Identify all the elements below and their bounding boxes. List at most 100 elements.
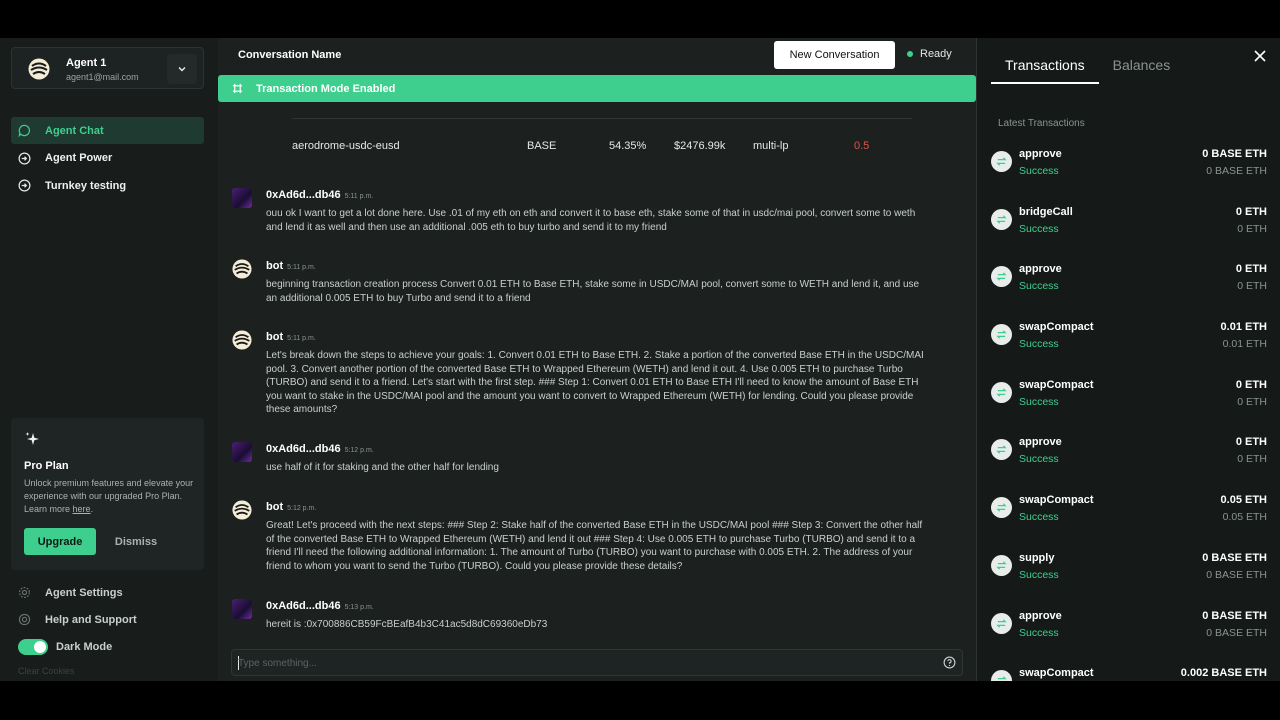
swap-arrows-icon <box>996 215 1007 224</box>
agent-dropdown-button[interactable] <box>167 54 197 84</box>
transaction-amount-secondary: 0 ETH <box>1237 453 1267 466</box>
agent-settings-item[interactable]: Agent Settings <box>11 579 204 606</box>
dark-mode-item: Dark Mode <box>11 633 204 660</box>
message-header: bot 5:11 p.m. <box>266 260 316 272</box>
transaction-amount: 0 BASE ETH <box>1202 148 1267 160</box>
transaction-item[interactable]: approve Success 0 BASE ETH 0 BASE ETH <box>977 597 1280 655</box>
transaction-amount-secondary: 0 BASE ETH <box>1206 626 1267 639</box>
swap-arrows-icon <box>996 618 1007 628</box>
transaction-item[interactable]: approve Success 0 BASE ETH 0 BASE ETH <box>977 135 1280 193</box>
transaction-name: swapCompact <box>1019 378 1094 391</box>
transaction-icon <box>991 151 1012 172</box>
learn-more-link[interactable]: here <box>73 504 91 514</box>
transaction-name: approve <box>1019 263 1062 276</box>
sidebar-item-label: Agent Chat <box>45 124 104 137</box>
latest-transactions-label: Latest Transactions <box>998 118 1085 129</box>
agent-email: agent1@mail.com <box>66 72 139 82</box>
transaction-icon <box>991 670 1012 681</box>
transaction-item[interactable]: supply Success 0 BASE ETH 0 BASE ETH <box>977 539 1280 597</box>
pool-table-row: aerodrome-usdc-eusd BASE 54.35% $2476.99… <box>292 118 912 152</box>
tab-transactions[interactable]: Transactions <box>991 48 1099 84</box>
pro-plan-card: Pro Plan Unlock premium features and ele… <box>11 418 204 570</box>
message-sender: 0xAd6d...db46 <box>266 600 341 612</box>
transaction-item[interactable]: approve Success 0 ETH 0 ETH <box>977 250 1280 308</box>
transaction-amount-secondary: 0 ETH <box>1237 222 1267 235</box>
transaction-item[interactable]: swapCompact 0.002 BASE ETH <box>977 654 1280 681</box>
transaction-status: Success <box>1019 511 1059 524</box>
transaction-name: swapCompact <box>1019 494 1094 507</box>
help-circle-icon[interactable] <box>943 656 956 669</box>
status-indicator: Ready <box>907 48 952 60</box>
transaction-name: supply <box>1019 551 1055 564</box>
message-input[interactable] <box>238 654 928 672</box>
transaction-amount: 0.05 ETH <box>1220 494 1267 507</box>
transaction-status: Success <box>1019 280 1059 293</box>
pro-plan-title: Pro Plan <box>24 460 69 472</box>
message-text: ouu ok I want to get a lot done here. Us… <box>266 208 916 233</box>
gear-icon <box>19 587 30 598</box>
transaction-status: Success <box>1019 165 1059 177</box>
message-header: bot 5:12 p.m. <box>266 501 316 513</box>
conversation-name: Conversation Name <box>238 49 342 61</box>
message-sender: 0xAd6d...db46 <box>266 443 341 455</box>
help-support-item[interactable]: Help and Support <box>11 606 204 633</box>
dismiss-button[interactable]: Dismiss <box>103 528 169 555</box>
chat-header: Conversation Name New Conversation Ready <box>218 38 976 74</box>
agent-selector[interactable]: Agent 1 agent1@mail.com <box>11 47 204 89</box>
message-header: 0xAd6d...db46 5:12 p.m. <box>266 443 374 455</box>
chat-main: Conversation Name New Conversation Ready… <box>218 38 976 681</box>
message-time: 5:11 p.m. <box>344 193 374 200</box>
transaction-amount-secondary: 0 BASE ETH <box>1206 568 1267 581</box>
app-window: Agent 1 agent1@mail.com Agent Chat Agent… <box>0 38 1280 681</box>
swap-arrows-icon <box>996 272 1007 281</box>
transaction-amount: 0.01 ETH <box>1220 321 1267 334</box>
transaction-name: swapCompact <box>1019 667 1094 680</box>
transaction-amount-secondary: 0 ETH <box>1237 395 1267 408</box>
transaction-amount: 0 BASE ETH <box>1202 551 1267 564</box>
message-text: hereit is :0x700886CB59FcBEafB4b3C41ac5d… <box>266 619 548 630</box>
message-time: 5:12 p.m. <box>287 505 317 512</box>
user-avatar <box>232 188 252 208</box>
transaction-item[interactable]: swapCompact Success 0 ETH 0 ETH <box>977 366 1280 424</box>
clear-cookies-link[interactable]: Clear Cookies <box>18 666 75 676</box>
transaction-icon <box>991 266 1012 288</box>
transaction-item[interactable]: swapCompact Success 0.01 ETH 0.01 ETH <box>977 308 1280 366</box>
transaction-amount-secondary: 0.05 ETH <box>1222 511 1267 524</box>
message-header: 0xAd6d...db46 5:13 p.m. <box>266 600 374 612</box>
dark-mode-label: Dark Mode <box>56 640 113 653</box>
bot-avatar-icon <box>232 500 252 520</box>
transaction-name: swapCompact <box>1019 321 1094 334</box>
tab-balances[interactable]: Balances <box>1099 48 1185 84</box>
close-icon[interactable] <box>1254 50 1266 62</box>
transaction-amount-secondary: 0.01 ETH <box>1222 338 1267 351</box>
swap-arrows-icon <box>996 503 1007 512</box>
transaction-icon <box>991 381 1012 403</box>
dark-mode-toggle[interactable] <box>18 638 48 655</box>
pool-tvl: $2476.99k <box>674 140 726 152</box>
sidebar-item-agent-chat[interactable]: Agent Chat <box>11 117 204 144</box>
transaction-item[interactable]: swapCompact Success 0.05 ETH 0.05 ETH <box>977 481 1280 539</box>
sidebar: Agent 1 agent1@mail.com Agent Chat Agent… <box>0 38 218 681</box>
message-text: Great! Let's proceed with the next steps… <box>266 520 923 572</box>
pro-plan-description: Unlock premium features and elevate your… <box>24 478 194 514</box>
sidebar-nav: Agent Chat Agent Power Turnkey testing <box>11 117 204 200</box>
transaction-list: approve Success 0 BASE ETH 0 BASE ETH bridge… <box>977 135 1280 681</box>
swap-arrows-icon <box>996 445 1007 455</box>
message-input-bar <box>231 649 963 676</box>
sidebar-item-label: Agent Power <box>45 152 113 164</box>
transaction-item[interactable]: bridgeCall Success 0 ETH 0 ETH <box>977 193 1280 251</box>
transaction-item[interactable]: approve Success 0 ETH 0 ETH <box>977 423 1280 481</box>
sidebar-item-turnkey-testing[interactable]: Turnkey testing <box>11 172 204 199</box>
agent-name: Agent 1 <box>66 57 107 69</box>
message-time: 5:11 p.m. <box>287 264 316 271</box>
help-support-label: Help and Support <box>45 613 137 626</box>
swap-arrows-icon <box>997 676 1007 680</box>
upgrade-button[interactable]: Upgrade <box>24 528 96 555</box>
pool-type: multi-lp <box>753 140 789 152</box>
new-conversation-button[interactable]: New Conversation <box>774 41 895 69</box>
agent-settings-label: Agent Settings <box>45 586 123 599</box>
sidebar-item-agent-power[interactable]: Agent Power <box>11 145 204 172</box>
user-avatar <box>232 599 252 619</box>
message-list: aerodrome-usdc-eusd BASE 54.35% $2476.99… <box>218 102 976 642</box>
transaction-icon <box>991 612 1012 634</box>
